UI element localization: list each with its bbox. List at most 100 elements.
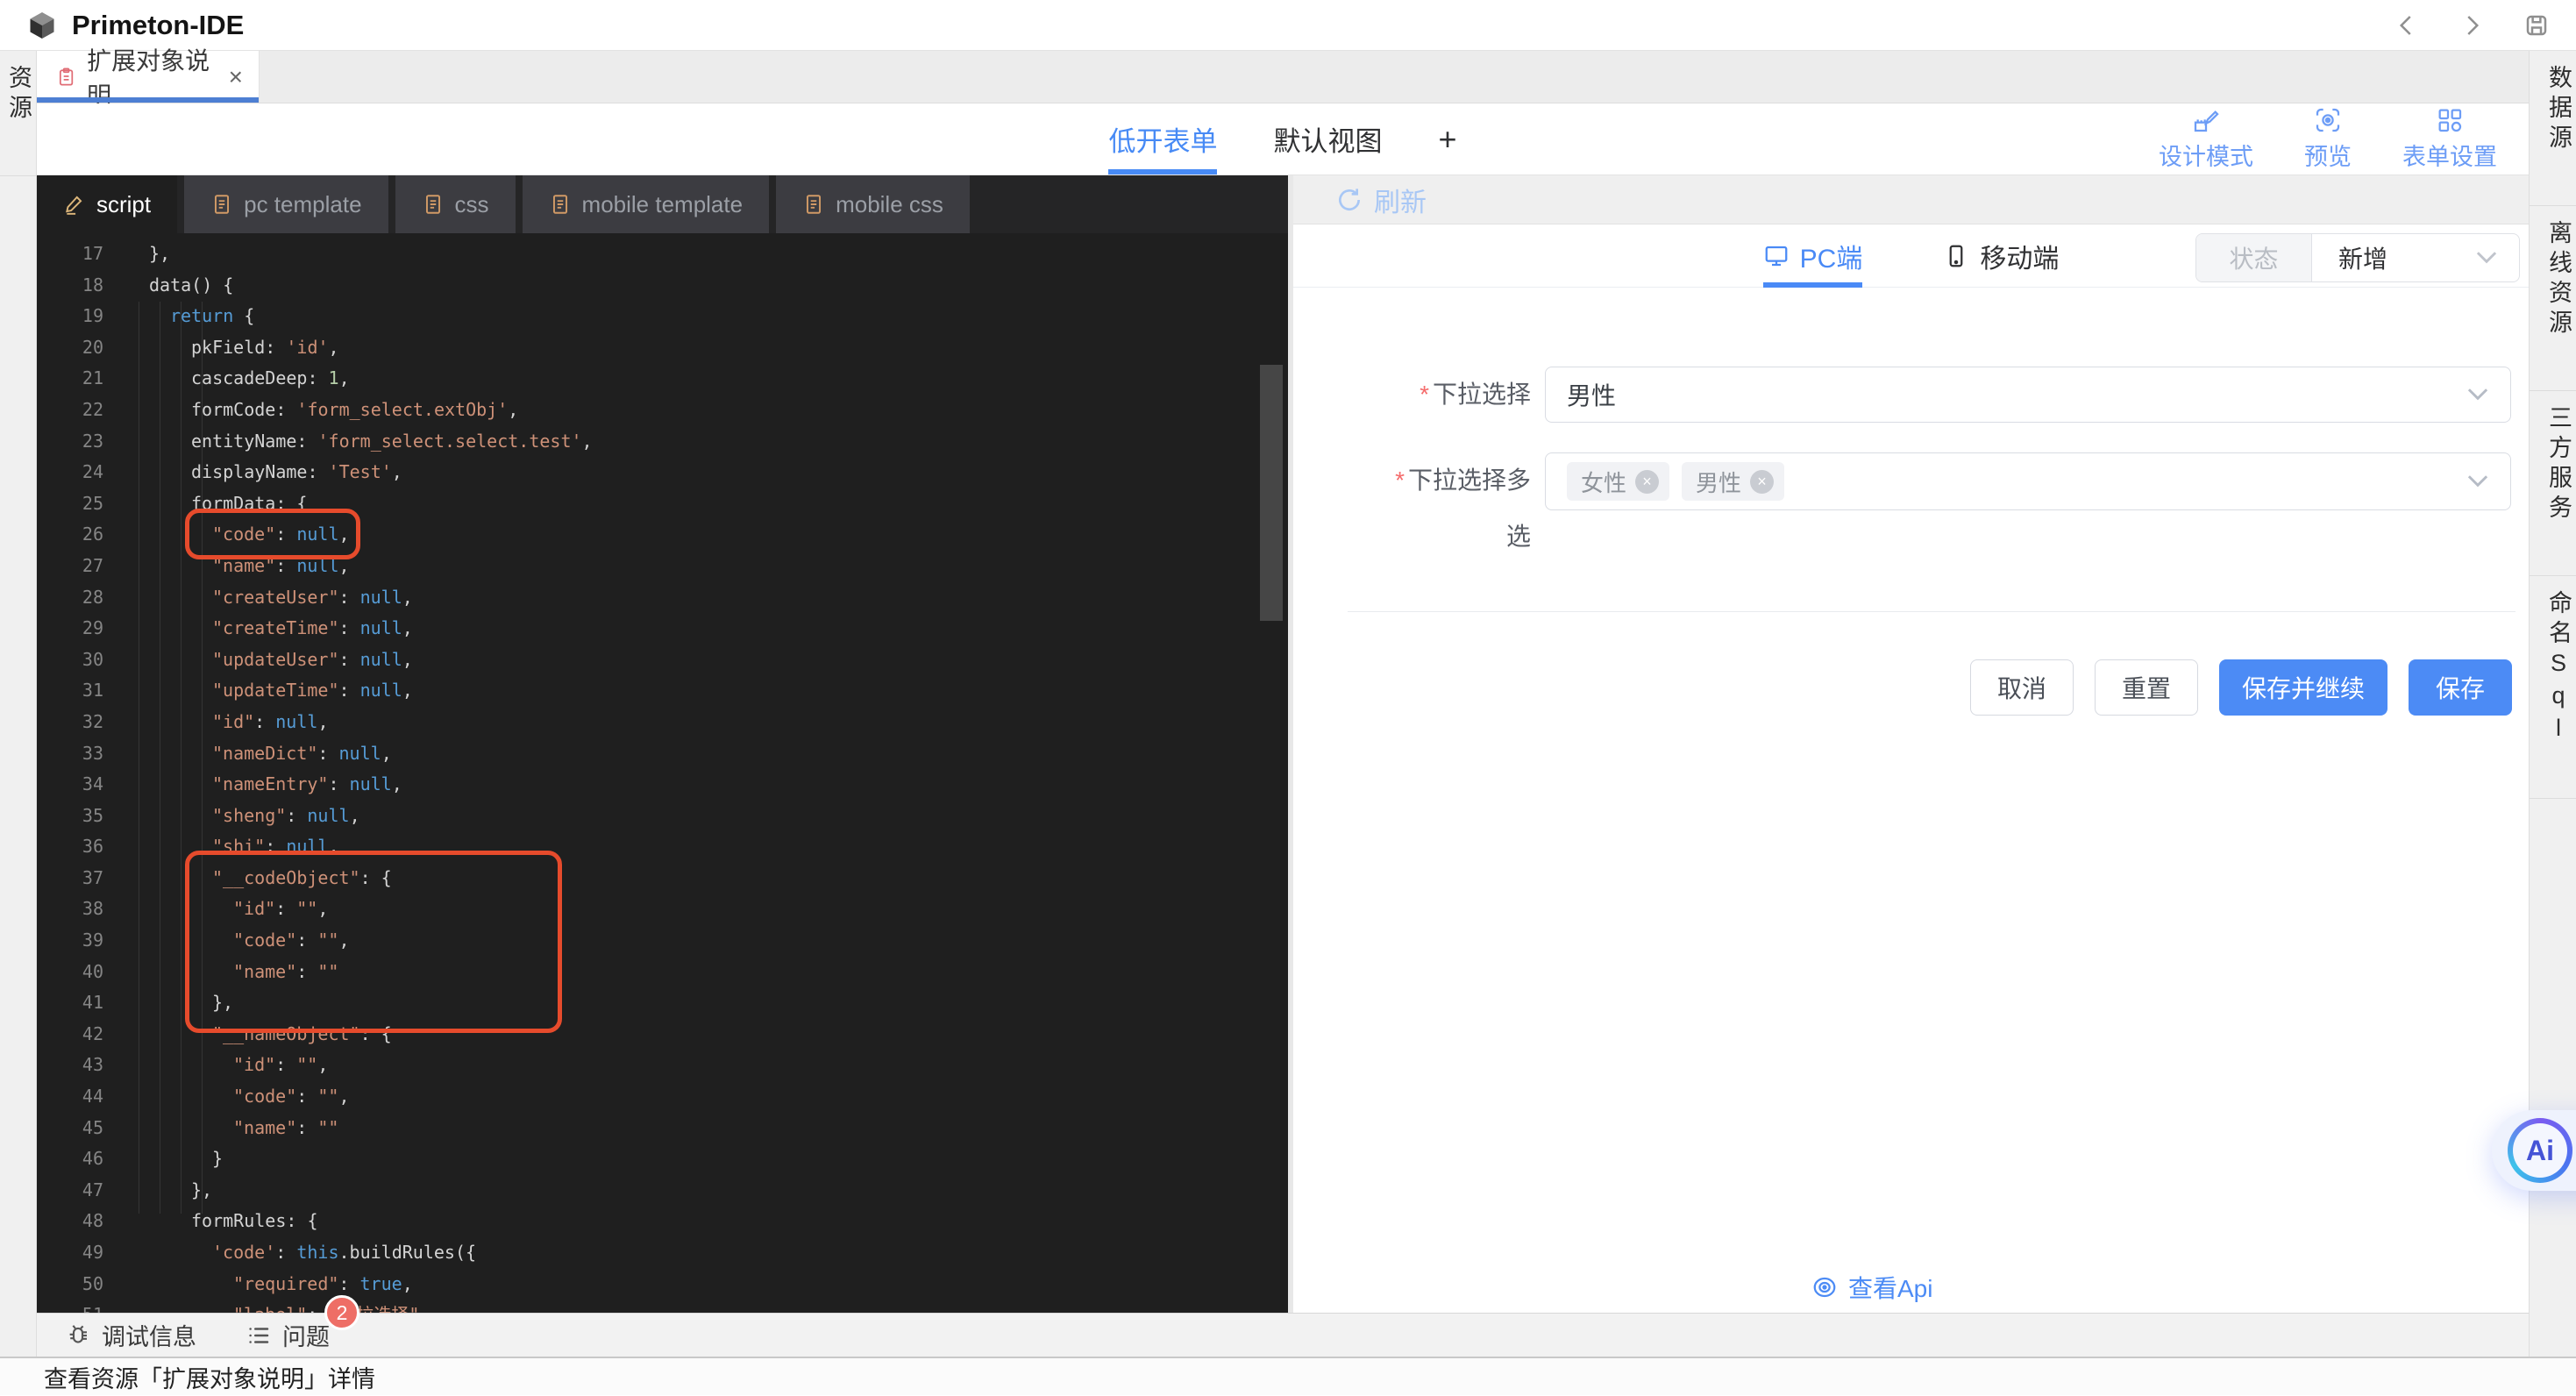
file-icon xyxy=(210,193,233,216)
code-line-40[interactable]: 40"name": "" xyxy=(37,957,1288,988)
code-line-47[interactable]: 47}, xyxy=(37,1175,1288,1207)
line-number: 44 xyxy=(37,1081,103,1113)
code-line-27[interactable]: 27"name": null, xyxy=(37,551,1288,582)
code-line-28[interactable]: 28"createUser": null, xyxy=(37,582,1288,614)
code-line-34[interactable]: 34"nameEntry": null, xyxy=(37,769,1288,801)
debug-info-button[interactable]: 调试信息 xyxy=(65,1318,196,1352)
tab-pc[interactable]: PC端 xyxy=(1763,224,1863,287)
multiselect-input[interactable]: 女性×男性× xyxy=(1545,452,2511,510)
editor-tab-pc-template[interactable]: pc template xyxy=(184,175,388,233)
editor-tab-mobile-css[interactable]: mobile css xyxy=(776,175,970,233)
right-rail-item-3[interactable]: 命名Sql xyxy=(2530,576,2576,799)
code-line-51[interactable]: 51"label": "下拉选择" xyxy=(37,1300,1288,1313)
line-number: 21 xyxy=(37,363,103,395)
view-tab-1[interactable]: 默认视图 xyxy=(1273,103,1382,174)
code-line-32[interactable]: 32"id": null, xyxy=(37,707,1288,738)
field-label: *下拉选择 xyxy=(1382,367,1531,423)
save-button[interactable]: 保存 xyxy=(2409,659,2512,716)
line-number: 41 xyxy=(37,987,103,1019)
code-line-18[interactable]: 18data() { xyxy=(37,270,1288,302)
cancel-button[interactable]: 取消 xyxy=(1970,659,2074,716)
code-area[interactable]: 17},18data() {19return {20pkField: 'id',… xyxy=(37,233,1288,1313)
code-line-23[interactable]: 23entityName: 'form_select.select.test', xyxy=(37,426,1288,458)
line-number: 24 xyxy=(37,457,103,488)
line-number: 47 xyxy=(37,1175,103,1207)
code-line-41[interactable]: 41}, xyxy=(37,987,1288,1019)
status-select-group: 状态 新增 xyxy=(2195,233,2520,282)
editor-tab-label: script xyxy=(96,191,151,218)
code-line-20[interactable]: 20pkField: 'id', xyxy=(37,332,1288,364)
tag-remove-icon[interactable]: × xyxy=(1635,470,1659,494)
editor-tab-label: mobile template xyxy=(582,191,744,218)
code-line-30[interactable]: 30"updateUser": null, xyxy=(37,645,1288,676)
left-rail-item-resources[interactable]: 资源 xyxy=(0,51,36,176)
code-line-49[interactable]: 49'code': this.buildRules({ xyxy=(37,1237,1288,1269)
file-icon xyxy=(802,193,825,216)
code-line-44[interactable]: 44 "code": "", xyxy=(37,1081,1288,1113)
add-view-button[interactable]: + xyxy=(1438,121,1456,158)
code-line-21[interactable]: 21cascadeDeep: 1, xyxy=(37,363,1288,395)
code-line-38[interactable]: 38"id": "", xyxy=(37,894,1288,925)
editor-tab-label: css xyxy=(455,191,489,218)
right-rail-item-1[interactable]: 离线资源 xyxy=(2530,206,2576,391)
save-icon[interactable] xyxy=(2523,12,2550,39)
refresh-label[interactable]: 刷新 xyxy=(1374,181,1427,219)
chevron-right-icon[interactable] xyxy=(2459,12,2485,39)
code-line-17[interactable]: 17}, xyxy=(37,239,1288,270)
code-line-24[interactable]: 24displayName: 'Test', xyxy=(37,457,1288,488)
line-number: 35 xyxy=(37,801,103,832)
right-rail-item-0[interactable]: 数据源 xyxy=(2530,51,2576,206)
form-toolbar: 设计模式 预览 表单设置 xyxy=(2159,103,2497,174)
code-line-50[interactable]: 50"required": true, xyxy=(37,1269,1288,1300)
code-text: "nameDict": null, xyxy=(128,738,392,770)
close-icon[interactable]: × xyxy=(229,65,243,89)
code-line-22[interactable]: 22formCode: 'form_select.extObj', xyxy=(37,395,1288,426)
right-rail-item-2[interactable]: 三方服务 xyxy=(2530,391,2576,576)
ai-assistant-button[interactable]: Ai xyxy=(2492,1110,2576,1191)
code-line-33[interactable]: 33"nameDict": null, xyxy=(37,738,1288,770)
code-line-37[interactable]: 37"__codeObject": { xyxy=(37,863,1288,894)
status-dropdown[interactable]: 新增 xyxy=(2312,234,2519,281)
view-tab-0[interactable]: 低开表单 xyxy=(1108,103,1217,174)
tag-remove-icon[interactable]: × xyxy=(1750,470,1774,494)
code-line-31[interactable]: 31"updateTime": null, xyxy=(37,675,1288,707)
code-text: "updateUser": null, xyxy=(128,645,413,676)
reset-button[interactable]: 重置 xyxy=(2095,659,2198,716)
preview-label: 预览 xyxy=(2304,138,2352,172)
code-line-26[interactable]: 26"code": null, xyxy=(37,519,1288,551)
design-mode-button[interactable]: 设计模式 xyxy=(2159,106,2253,172)
code-line-42[interactable]: 42"__nameObject": { xyxy=(37,1019,1288,1051)
chevron-left-icon[interactable] xyxy=(2394,12,2420,39)
code-line-43[interactable]: 43"id": "", xyxy=(37,1050,1288,1081)
editor-tab-mobile-template[interactable]: mobile template xyxy=(523,175,770,233)
code-line-25[interactable]: 25formData: { xyxy=(37,488,1288,520)
code-line-45[interactable]: 45"name": "" xyxy=(37,1113,1288,1144)
line-number: 50 xyxy=(37,1269,103,1300)
code-text: "__nameObject": { xyxy=(128,1019,392,1051)
problems-button[interactable]: 问题 2 xyxy=(246,1318,330,1352)
editor-tab-css[interactable]: css xyxy=(395,175,516,233)
tab-mobile[interactable]: 移动端 xyxy=(1943,224,2059,287)
code-line-36[interactable]: 36"shi": null, xyxy=(37,831,1288,863)
editor-tab-script[interactable]: script xyxy=(37,175,177,233)
form-settings-button[interactable]: 表单设置 xyxy=(2402,106,2497,172)
code-line-48[interactable]: 48formRules: { xyxy=(37,1206,1288,1237)
editor-scrollbar[interactable] xyxy=(1260,365,1283,621)
line-number: 23 xyxy=(37,426,103,458)
code-text: "sheng": null, xyxy=(128,801,360,832)
code-line-39[interactable]: 39"code": "", xyxy=(37,925,1288,957)
view-api-link[interactable]: 查看Api xyxy=(1811,1270,1932,1305)
code-text: "createUser": null, xyxy=(128,582,413,614)
code-line-46[interactable]: 46} xyxy=(37,1143,1288,1175)
resource-tab[interactable]: 扩展对象说明 × xyxy=(37,51,260,103)
code-text: "name": "" xyxy=(128,957,338,988)
save-and-continue-button[interactable]: 保存并继续 xyxy=(2219,659,2387,716)
chevron-down-icon xyxy=(2466,470,2489,493)
code-editor: script pc template css mobile template mobil… xyxy=(37,175,1288,1313)
code-line-19[interactable]: 19return { xyxy=(37,301,1288,332)
select-input[interactable]: 男性 xyxy=(1545,367,2511,423)
preview-button[interactable]: 预览 xyxy=(2304,106,2352,172)
code-text: "code": "", xyxy=(128,1081,349,1113)
code-line-35[interactable]: 35 "sheng": null, xyxy=(37,801,1288,832)
code-line-29[interactable]: 29"createTime": null, xyxy=(37,613,1288,645)
